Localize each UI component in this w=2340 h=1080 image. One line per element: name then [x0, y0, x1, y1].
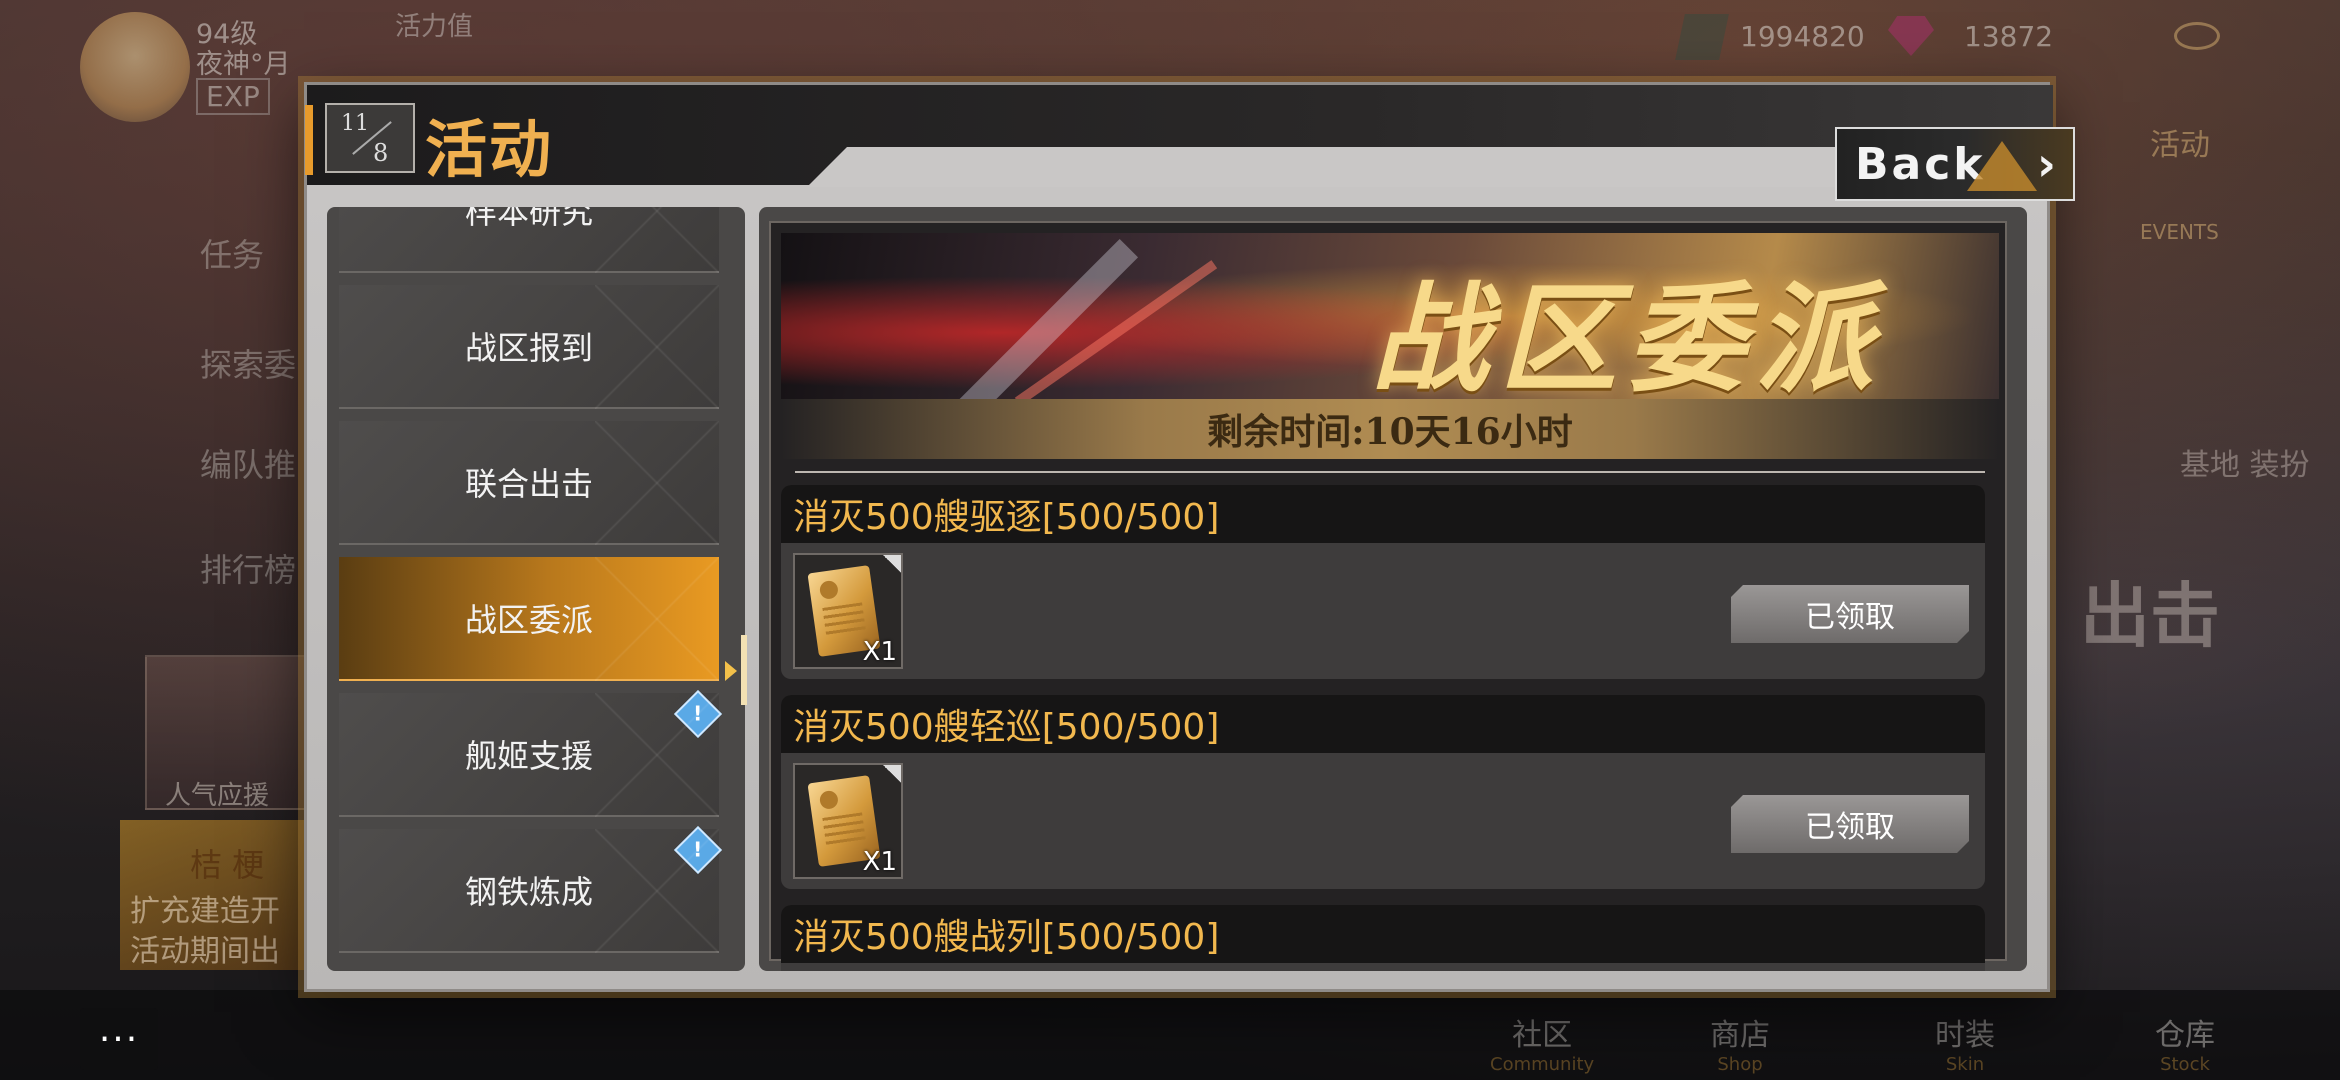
eye-icon[interactable] [2174, 22, 2220, 50]
nav-skin-label: 时装 [1935, 1018, 1995, 1053]
menu-item-ranking[interactable]: 排行榜 [200, 545, 296, 591]
reward-item[interactable]: X1 [793, 763, 903, 879]
back-button-label: Back [1855, 139, 1986, 190]
tab-steel-forging[interactable]: 钢铁炼成 ! [339, 825, 723, 953]
vitality-label: 活力值 [395, 12, 474, 42]
task-title: 消灭500艘轻巡[500/500] [793, 707, 1220, 748]
page-current: 11 [341, 111, 369, 136]
tab-label: 战区委派 [464, 601, 593, 639]
nav-community-sublabel: Community [1490, 1054, 1595, 1075]
nav-shop-label: 商店 [1710, 1018, 1770, 1053]
promo-card-label: 人气应援 [165, 781, 270, 811]
page-total: 8 [373, 139, 389, 167]
nav-community[interactable]: 社区 Community [1490, 1010, 1594, 1075]
nav-skin-sublabel: Skin [1945, 1054, 1985, 1075]
event-banner: 战区委派 [781, 233, 1999, 399]
alert-glyph: ! [693, 702, 703, 726]
active-tab-pointer [725, 635, 749, 705]
base-decor-label[interactable]: 基地 装扮 [2180, 440, 2310, 484]
task-header: 消灭500艘驱逐[500/500] [781, 485, 1985, 543]
event-tabs-panel: 样本研究 战区报到 联合出击 战区委派 舰姬支援 ! 钢铁炼成 ! [327, 207, 745, 971]
nav-shop-sublabel: Shop [1717, 1054, 1763, 1075]
exp-label: EXP [196, 78, 270, 115]
pointer-bar [741, 635, 747, 705]
corner-mark [883, 555, 901, 573]
tab-shipgirl-support[interactable]: 舰姬支援 ! [339, 689, 723, 817]
task-header: 消灭500艘战列[500/500] [781, 905, 1985, 963]
tab-zone-checkin[interactable]: 战区报到 [339, 285, 719, 409]
event-content-inner: 战区委派 剩余时间:10天16小时 消灭500艘驱逐[500/500] X1 已… [769, 221, 2007, 971]
coin-count: 1994820 [1740, 20, 1865, 53]
menu-item-tasks[interactable]: 任务 [200, 230, 264, 276]
events-modal: 11 8 活动 Back › 样本研究 战区报到 联合出击 战区委派 舰姬支援 … [304, 82, 2075, 992]
promo-line-2: 扩充建造开 [130, 894, 280, 929]
banner-decoration [949, 238, 1139, 399]
reward-item[interactable]: X1 [793, 553, 903, 669]
player-avatar[interactable] [80, 12, 190, 122]
alert-icon: ! [673, 689, 723, 739]
promo-line-1: 桔 梗 [190, 846, 265, 884]
nav-stock-sublabel: Stock [2160, 1054, 2210, 1075]
reward-quantity: X1 [862, 847, 897, 877]
more-button[interactable]: ··· [80, 1008, 158, 1070]
menu-item-formation[interactable]: 编队推 [200, 440, 296, 486]
tab-joint-strike[interactable]: 联合出击 [339, 421, 719, 545]
tab-label: 舰姬支援 [464, 737, 593, 775]
divider [795, 471, 1985, 473]
task-header: 消灭500艘轻巡[500/500] [781, 695, 1985, 753]
reward-quantity: X1 [862, 637, 897, 667]
tab-label: 样本研究 [464, 207, 593, 231]
back-button[interactable]: Back › [1835, 127, 2075, 201]
timer-strip: 剩余时间:10天16小时 [781, 399, 1999, 459]
task-card: 消灭500艘战列[500/500] [781, 905, 1985, 971]
events-tile-sublabel: EVENTS [2140, 220, 2219, 244]
modal-title: 活动 [425, 113, 554, 186]
alert-glyph: ! [693, 838, 703, 862]
chevron-right-icon: › [2037, 137, 2056, 191]
tab-sample-research[interactable]: 样本研究 [339, 207, 719, 273]
task-card: 消灭500艘轻巡[500/500] X1 已领取 [781, 695, 1985, 889]
menu-item-explore[interactable]: 探索委 [200, 340, 296, 386]
coin-icon [1675, 14, 1729, 60]
nav-skin[interactable]: 时装 Skin [1935, 1010, 1995, 1075]
corner-mark [883, 765, 901, 783]
tab-zone-commission[interactable]: 战区委派 [339, 557, 719, 681]
gem-count: 13872 [1964, 20, 2054, 53]
tab-label: 联合出击 [464, 465, 593, 503]
page-indicator: 11 8 [325, 103, 415, 173]
tab-label: 钢铁炼成 [464, 873, 593, 911]
promo-line-3: 活动期间出 [130, 934, 280, 969]
nav-stock-label: 仓库 [2155, 1018, 2215, 1053]
alert-icon: ! [673, 825, 723, 875]
claimed-button[interactable]: 已领取 [1731, 585, 1969, 643]
events-tile-label: 活动 [2150, 128, 2210, 163]
nav-shop[interactable]: 商店 Shop [1710, 1010, 1770, 1075]
header-accent [305, 105, 313, 175]
claimed-button[interactable]: 已领取 [1731, 795, 1969, 853]
pointer-arrow-icon [725, 661, 737, 681]
task-card: 消灭500艘驱逐[500/500] X1 已领取 [781, 485, 1985, 679]
banner-title: 战区委派 [1371, 269, 1884, 399]
player-name: 夜神°月 [196, 49, 291, 80]
tab-label: 战区报到 [464, 329, 593, 367]
task-title: 消灭500艘驱逐[500/500] [793, 497, 1220, 538]
battle-label[interactable]: 出击 [2080, 560, 2220, 661]
gem-icon [1888, 16, 1934, 56]
promo-banner[interactable]: 桔 梗 扩充建造开 活动期间出 [120, 820, 320, 970]
remaining-time: 剩余时间:10天16小时 [1207, 411, 1573, 453]
top-status-bar: 94级 夜神°月 EXP 活力值 1994820 13872 [0, 0, 2340, 122]
event-content-panel[interactable]: 战区委派 剩余时间:10天16小时 消灭500艘驱逐[500/500] X1 已… [759, 207, 2027, 971]
nav-stock[interactable]: 仓库 Stock [2155, 1010, 2215, 1075]
events-tile[interactable]: 活动 EVENTS [2120, 90, 2260, 250]
task-title: 消灭500艘战列[500/500] [793, 917, 1220, 958]
nav-community-label: 社区 [1512, 1018, 1573, 1053]
